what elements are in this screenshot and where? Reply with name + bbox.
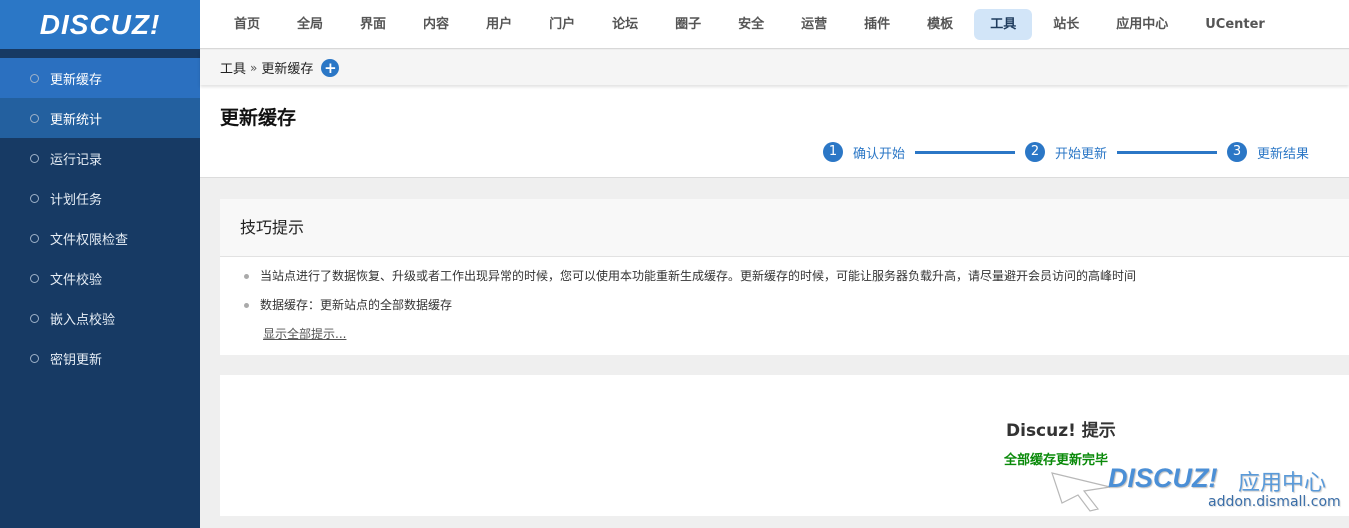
sidebar-item-label: 更新统计 [50,112,103,128]
step-label: 更新结果 [1256,146,1309,162]
tab-security[interactable]: 安全 [722,9,780,40]
tab-app-center[interactable]: 应用中心 [1100,9,1184,40]
step-number-badge: 2 [1024,142,1045,162]
circle-icon [30,273,39,283]
result-panel: Discuz! 提示 全部缓存更新完毕 [220,375,1349,516]
step-start: 2 开始更新 [1024,142,1107,162]
discuz-logo[interactable]: DISCUZ! [0,0,200,49]
tip-item: 数据缓存：更新站点的全部数据缓存 [244,296,1349,325]
step-connector [914,150,1015,154]
result-title: Discuz! 提示 [1006,421,1116,441]
logo-text: DISCUZ! [39,8,161,40]
tab-interface[interactable]: 界面 [344,9,402,40]
tab-ucenter[interactable]: UCenter [1189,9,1281,40]
sidebar-item-update-stats[interactable]: 更新统计 [0,98,200,138]
tab-operations[interactable]: 运营 [785,9,843,40]
step-connector [1116,150,1217,154]
step-result: 3 更新结果 [1226,142,1309,162]
sidebar-spacer [0,49,200,58]
sidebar-item-label: 嵌入点校验 [50,312,116,328]
breadcrumb-parent[interactable]: 工具 [220,58,246,77]
circle-icon [30,73,39,83]
tab-group[interactable]: 圈子 [659,9,717,40]
circle-icon [30,153,39,163]
plus-circle-icon[interactable]: + [321,58,340,77]
tab-plugins[interactable]: 插件 [848,9,906,40]
breadcrumb-separator: » [250,60,258,75]
tip-item: 当站点进行了数据恢复、升级或者工作出现异常的时候，您可以使用本功能重新生成缓存。… [244,267,1349,296]
tab-forum[interactable]: 论坛 [596,9,654,40]
step-label: 开始更新 [1054,146,1107,162]
page-title: 更新缓存 [220,107,297,129]
sidebar-item-scheduled-tasks[interactable]: 计划任务 [0,178,200,218]
tab-tools[interactable]: 工具 [974,8,1033,40]
sidebar-item-file-verify[interactable]: 文件校验 [0,258,200,298]
circle-icon [30,233,39,243]
sidebar: 更新缓存 更新统计 运行记录 计划任务 文件权限检查 文件校验 嵌入点校验 密钥… [0,49,200,528]
tab-templates[interactable]: 模板 [911,9,969,40]
sidebar-item-update-cache[interactable]: 更新缓存 [0,58,200,98]
tips-list: 当站点进行了数据恢复、升级或者工作出现异常的时候，您可以使用本功能重新生成缓存。… [220,267,1349,325]
circle-icon [30,113,39,123]
sidebar-item-key-update[interactable]: 密钥更新 [0,338,200,378]
result-message: 全部缓存更新完毕 [1004,453,1109,468]
tips-title: 技巧提示 [220,199,1349,257]
sidebar-item-label: 计划任务 [50,192,103,208]
circle-icon [30,193,39,203]
sidebar-item-label: 更新缓存 [50,72,103,88]
show-all-tips-link[interactable]: 显示全部提示... [263,325,346,342]
tips-panel: 技巧提示 当站点进行了数据恢复、升级或者工作出现异常的时候，您可以使用本功能重新… [220,199,1349,355]
step-number-badge: 3 [1226,142,1247,162]
progress-steps: 1 确认开始 2 开始更新 3 更新结果 [822,142,1309,162]
top-navigation: 首页 全局 界面 内容 用户 门户 论坛 圈子 安全 运营 插件 模板 工具 站… [200,0,1349,49]
tab-home[interactable]: 首页 [218,9,276,40]
sidebar-item-label: 文件校验 [50,272,103,288]
sidebar-item-label: 运行记录 [50,152,103,168]
sidebar-item-label: 密钥更新 [50,352,103,368]
tab-webmaster[interactable]: 站长 [1037,9,1095,40]
breadcrumb-current: 更新缓存 [261,62,314,77]
circle-icon [30,353,39,363]
sidebar-item-file-permission-check[interactable]: 文件权限检查 [0,218,200,258]
page-header: 更新缓存 1 确认开始 2 开始更新 3 更新结果 [200,85,1349,178]
step-label: 确认开始 [852,146,905,162]
sidebar-item-run-log[interactable]: 运行记录 [0,138,200,178]
tab-users[interactable]: 用户 [470,9,528,40]
step-confirm: 1 确认开始 [822,142,905,162]
tab-global[interactable]: 全局 [281,9,339,40]
circle-icon [30,313,39,323]
sidebar-item-label: 文件权限检查 [50,232,129,248]
sidebar-item-hook-verify[interactable]: 嵌入点校验 [0,298,200,338]
tab-content[interactable]: 内容 [407,9,465,40]
step-number-badge: 1 [822,142,843,162]
breadcrumb: 工具 » 更新缓存 + [200,50,1349,85]
tab-portal[interactable]: 门户 [533,9,591,40]
